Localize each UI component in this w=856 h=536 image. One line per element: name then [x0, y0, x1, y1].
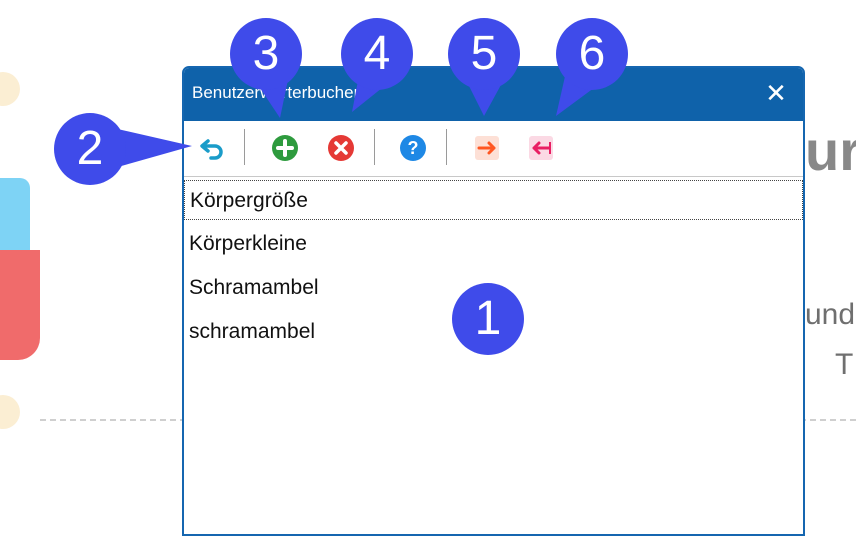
- svg-text:?: ?: [408, 138, 419, 158]
- dictionary-word-list[interactable]: Körpergröße Körperkleine Schramambel sch…: [184, 176, 803, 534]
- close-button[interactable]: ✕: [761, 78, 791, 108]
- undo-button[interactable]: [198, 133, 228, 163]
- callout-marker: 2: [54, 113, 126, 185]
- export-button[interactable]: [472, 133, 502, 163]
- callout-marker: 3: [230, 18, 302, 90]
- toolbar-separator: [446, 129, 447, 165]
- callout-marker: 5: [448, 18, 520, 90]
- import-icon: [529, 136, 553, 160]
- thermometer-illustration: [0, 178, 30, 250]
- background-text: ur: [805, 119, 856, 182]
- background-text: T: [835, 348, 854, 381]
- export-icon: [475, 136, 499, 160]
- toolbar: ?: [184, 121, 803, 177]
- undo-icon: [200, 139, 223, 160]
- import-button[interactable]: [526, 133, 556, 163]
- thermometer-illustration: [0, 250, 40, 360]
- delete-icon: [328, 135, 354, 161]
- background-decoration: [0, 395, 20, 429]
- toolbar-separator: [374, 129, 375, 165]
- help-icon: ?: [400, 135, 426, 161]
- add-button[interactable]: [270, 133, 300, 163]
- list-item[interactable]: Körpergröße: [184, 180, 803, 220]
- toolbar-separator: [244, 129, 245, 165]
- add-icon: [272, 135, 298, 161]
- callout-marker: 4: [341, 18, 413, 90]
- background-decoration: [0, 72, 20, 106]
- list-item[interactable]: Körperkleine: [184, 224, 803, 264]
- delete-button[interactable]: [326, 133, 356, 163]
- callout-marker: 1: [452, 283, 524, 355]
- background-text: und: [805, 298, 856, 331]
- callout-marker: 6: [556, 18, 628, 90]
- help-button[interactable]: ?: [398, 133, 428, 163]
